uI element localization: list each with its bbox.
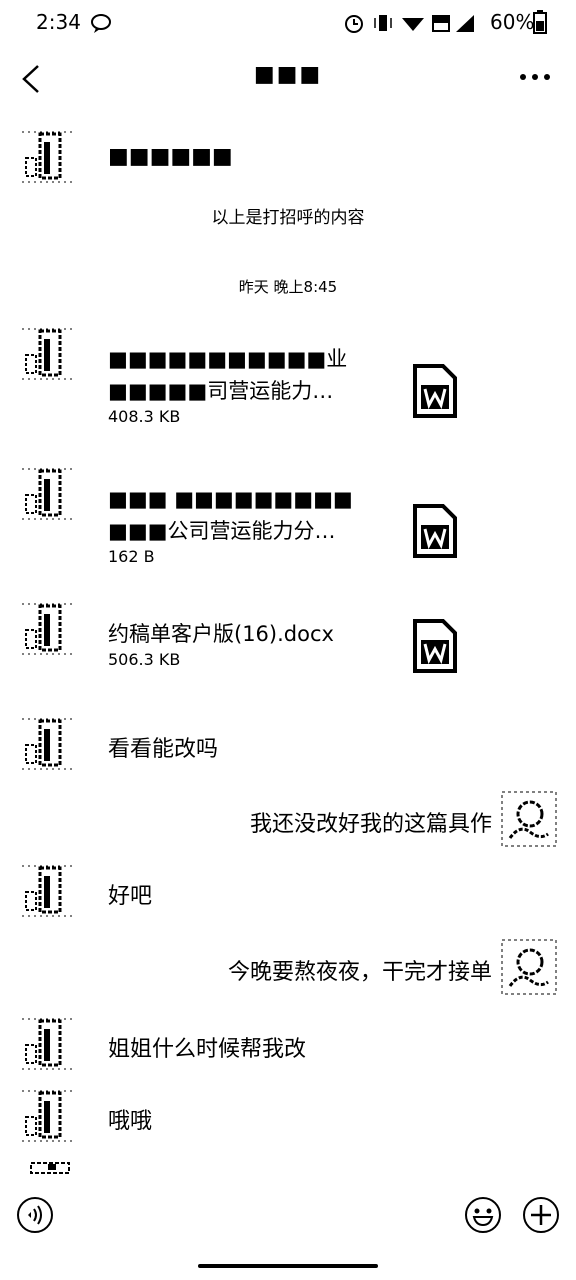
message-bubble-received[interactable]: 好吧	[108, 878, 152, 910]
file-name-line2: ■■■■■司营运能力…	[108, 379, 334, 403]
wifi-icon	[402, 18, 424, 31]
home-indicator[interactable]	[198, 1264, 378, 1268]
chat-bubble-icon	[91, 14, 111, 33]
chat-title: ■■■	[253, 62, 323, 87]
system-notice: 以上是打招呼的内容	[211, 208, 365, 228]
battery-percent: 60%	[490, 10, 535, 34]
battery-icon	[533, 10, 547, 34]
contact-avatar[interactable]	[18, 465, 76, 523]
timestamp: 昨天 晚上8:45	[238, 278, 338, 296]
alarm-icon	[345, 15, 363, 33]
voice-button[interactable]	[16, 1196, 54, 1234]
volte-icon	[432, 15, 450, 32]
file-message[interactable]: 约稿单客户版(16).docx 506.3 KB	[108, 618, 468, 680]
contact-avatar-partial	[30, 1162, 70, 1174]
file-message[interactable]: ■■■■■■■■■■■业 ■■■■■司营运能力… 408.3 KB	[108, 343, 468, 443]
word-doc-icon	[413, 364, 457, 418]
message-bubble-received[interactable]: 姐姐什么时候帮我改	[108, 1031, 306, 1063]
file-message[interactable]: ■■■ ■■■■■■■■■ ■■■公司营运能力分… 162 B	[108, 483, 468, 583]
contact-avatar[interactable]	[18, 1087, 76, 1145]
message-bubble-received[interactable]: ■■■■■■	[108, 144, 233, 169]
status-time: 2:34	[36, 10, 81, 34]
contact-avatar[interactable]	[18, 600, 76, 658]
contact-avatar[interactable]	[18, 128, 76, 186]
plus-button[interactable]	[522, 1196, 560, 1234]
contact-avatar[interactable]	[18, 325, 76, 383]
message-bubble-received[interactable]: 看看能改吗	[108, 731, 218, 763]
message-bubble-sent[interactable]: 今晚要熬夜夜，干完才接单	[228, 954, 492, 986]
contact-avatar[interactable]	[18, 715, 76, 773]
file-name-line2: ■■■公司营运能力分…	[108, 519, 336, 543]
file-name: ■■■ ■■■■■■■■■	[108, 487, 353, 511]
word-doc-icon	[413, 504, 457, 558]
message-bubble-sent[interactable]: 我还没改好我的这篇具作	[250, 806, 492, 838]
file-name: ■■■■■■■■■■■业	[108, 347, 348, 371]
contact-avatar[interactable]	[18, 1015, 76, 1073]
my-avatar[interactable]	[500, 790, 558, 848]
file-name: 约稿单客户版(16).docx	[108, 622, 334, 646]
my-avatar[interactable]	[500, 938, 558, 996]
contact-avatar[interactable]	[18, 862, 76, 920]
more-button[interactable]	[518, 70, 552, 84]
word-doc-icon	[413, 619, 457, 673]
vibrate-icon	[374, 15, 392, 31]
signal-icon	[456, 15, 474, 32]
status-icons	[345, 15, 474, 33]
message-bubble-received[interactable]: 哦哦	[108, 1103, 152, 1135]
emoji-button[interactable]	[464, 1196, 502, 1234]
